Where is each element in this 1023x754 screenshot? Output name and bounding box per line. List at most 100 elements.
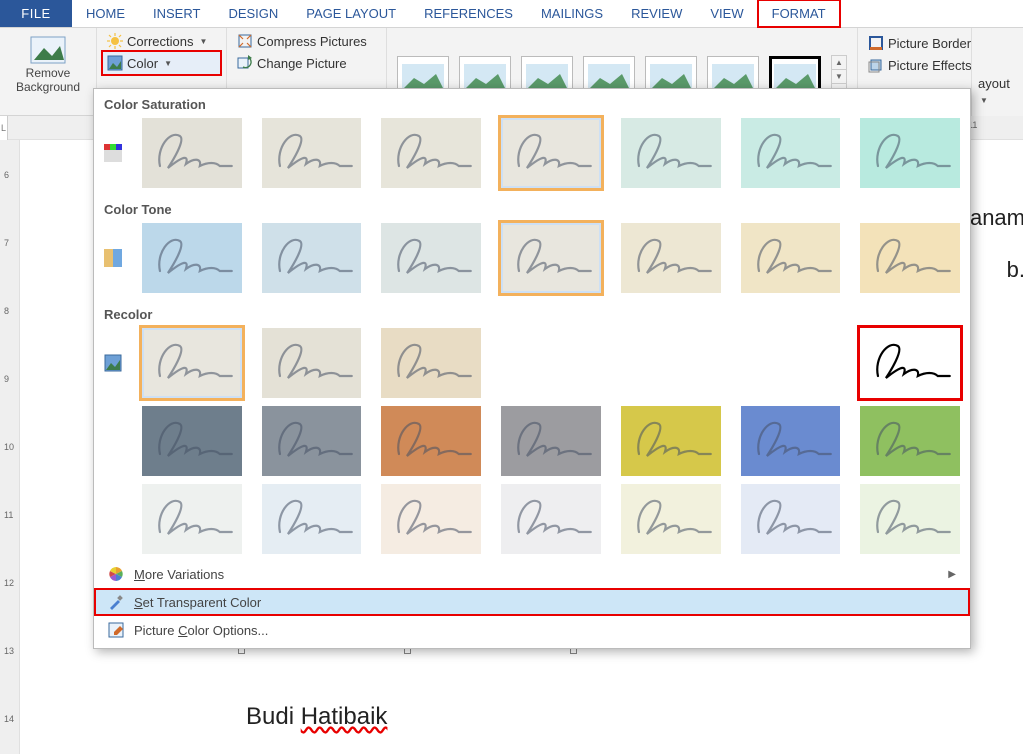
gallery-up-icon[interactable]: ▲ <box>832 56 846 70</box>
name-wavy: Hatibaik <box>301 703 388 730</box>
ruler-v-9: 9 <box>4 374 9 384</box>
recolor-thumb-0[interactable] <box>142 328 242 398</box>
recolor-thumb-3[interactable] <box>501 406 601 476</box>
corrections-label: Corrections <box>127 34 193 49</box>
remove-background-label-2: Background <box>16 80 80 94</box>
saturation-thumb-5[interactable] <box>741 118 841 188</box>
tone-thumb-5[interactable] <box>741 223 841 293</box>
recolor-thumb-3[interactable] <box>501 328 601 398</box>
section-color-saturation: Color Saturation <box>94 89 970 116</box>
saturation-thumb-6[interactable] <box>860 118 960 188</box>
tab-file[interactable]: FILE <box>0 0 72 27</box>
compress-pictures-label: Compress Pictures <box>257 34 367 49</box>
recolor-thumb-5[interactable] <box>741 328 841 398</box>
document-signature-name: Budi Hatibaik <box>246 702 387 731</box>
chevron-right-icon: ▶ <box>948 569 956 580</box>
tab-mailings[interactable]: MAILINGS <box>527 0 617 27</box>
recolor-thumb-5[interactable] <box>741 484 841 554</box>
picture-effects-label: Picture Effects <box>888 58 972 73</box>
recolor-thumb-0[interactable] <box>142 484 242 554</box>
ruler-v-6: 6 <box>4 170 9 180</box>
recolor-thumb-4[interactable] <box>621 484 721 554</box>
section-color-tone: Color Tone <box>94 194 970 221</box>
tab-insert[interactable]: INSERT <box>139 0 214 27</box>
picture-border-icon <box>868 35 884 51</box>
tab-view[interactable]: VIEW <box>696 0 757 27</box>
tone-thumb-0[interactable] <box>142 223 242 293</box>
recolor-row-1 <box>94 326 970 404</box>
saturation-thumb-1[interactable] <box>262 118 362 188</box>
compress-pictures-button[interactable]: Compress Pictures <box>233 30 380 52</box>
picture-color-options-item[interactable]: Picture Color Options... <box>94 616 970 644</box>
change-picture-button[interactable]: Change Picture <box>233 52 380 74</box>
tone-thumb-4[interactable] <box>621 223 721 293</box>
ruler-v-8: 8 <box>4 306 9 316</box>
picture-layout-button-partial[interactable]: ayout ▼ <box>971 28 1023 116</box>
more-variations-item[interactable]: More Variations ▶ <box>94 560 970 588</box>
recolor-thumb-4[interactable] <box>621 406 721 476</box>
tone-thumb-2[interactable] <box>381 223 481 293</box>
recolor-thumb-6[interactable] <box>860 328 960 398</box>
recolor-thumb-0[interactable] <box>142 406 242 476</box>
tone-row <box>94 221 970 299</box>
remove-background-icon <box>28 34 68 66</box>
recolor-thumb-4[interactable] <box>621 328 721 398</box>
gallery-down-icon[interactable]: ▼ <box>832 70 846 84</box>
saturation-row <box>94 116 970 194</box>
tone-thumb-1[interactable] <box>262 223 362 293</box>
recolor-row-2 <box>94 404 970 482</box>
section-recolor: Recolor <box>94 299 970 326</box>
ruler-corner[interactable]: L <box>0 116 8 140</box>
name-plain: Budi <box>246 703 301 730</box>
color-wheel-icon <box>108 566 124 582</box>
group-background: Remove Background <box>0 28 97 115</box>
recolor-thumb-3[interactable] <box>501 484 601 554</box>
color-dropdown-popup: Color Saturation Color Tone Recolor More… <box>93 88 971 649</box>
picture-color-options-label: Picture Color Options... <box>134 623 268 638</box>
compress-icon <box>237 33 253 49</box>
spacer-icon <box>104 510 122 528</box>
recolor-thumb-1[interactable] <box>262 484 362 554</box>
remove-background-button[interactable]: Remove Background <box>6 30 90 94</box>
saturation-thumb-3[interactable] <box>501 118 601 188</box>
set-transparent-label: Set Transparent Color <box>134 595 261 610</box>
recolor-thumb-1[interactable] <box>262 406 362 476</box>
tab-format[interactable]: FORMAT <box>758 0 840 27</box>
tab-design[interactable]: DESIGN <box>214 0 292 27</box>
recolor-thumb-2[interactable] <box>381 328 481 398</box>
tab-page-layout[interactable]: PAGE LAYOUT <box>292 0 410 27</box>
color-button[interactable]: Color ▼ <box>103 52 220 74</box>
tab-home[interactable]: HOME <box>72 0 139 27</box>
tone-thumb-6[interactable] <box>860 223 960 293</box>
ruler-v-13: 13 <box>4 646 14 656</box>
saturation-thumb-2[interactable] <box>381 118 481 188</box>
change-picture-label: Change Picture <box>257 56 347 71</box>
tone-thumb-3[interactable] <box>501 223 601 293</box>
options-icon <box>108 622 124 638</box>
recolor-thumb-2[interactable] <box>381 484 481 554</box>
ruler-vertical[interactable]: 6 7 8 9 10 11 12 13 14 <box>0 140 20 754</box>
remove-background-label-1: Remove <box>26 66 71 80</box>
dropdown-caret-icon: ▼ <box>199 37 207 46</box>
saturation-thumb-0[interactable] <box>142 118 242 188</box>
ribbon-tabs: FILE HOME INSERT DESIGN PAGE LAYOUT REFE… <box>0 0 1023 28</box>
corrections-button[interactable]: Corrections ▼ <box>103 30 220 52</box>
set-transparent-color-item[interactable]: Set Transparent Color <box>94 588 970 616</box>
tone-icon <box>104 249 122 267</box>
recolor-thumb-5[interactable] <box>741 406 841 476</box>
recolor-thumb-2[interactable] <box>381 406 481 476</box>
more-variations-label: More Variations <box>134 567 224 582</box>
spacer-icon <box>104 432 122 450</box>
recolor-thumb-1[interactable] <box>262 328 362 398</box>
picture-effects-icon <box>868 57 884 73</box>
picture-layout-label: ayout <box>978 76 1010 91</box>
recolor-thumb-6[interactable] <box>860 406 960 476</box>
saturation-icon <box>104 144 122 162</box>
recolor-thumb-6[interactable] <box>860 484 960 554</box>
recolor-icon <box>104 354 122 372</box>
tab-review[interactable]: REVIEW <box>617 0 696 27</box>
saturation-thumb-4[interactable] <box>621 118 721 188</box>
picture-border-label: Picture Border <box>888 36 971 51</box>
picture-color-icon <box>107 55 123 71</box>
tab-references[interactable]: REFERENCES <box>410 0 527 27</box>
